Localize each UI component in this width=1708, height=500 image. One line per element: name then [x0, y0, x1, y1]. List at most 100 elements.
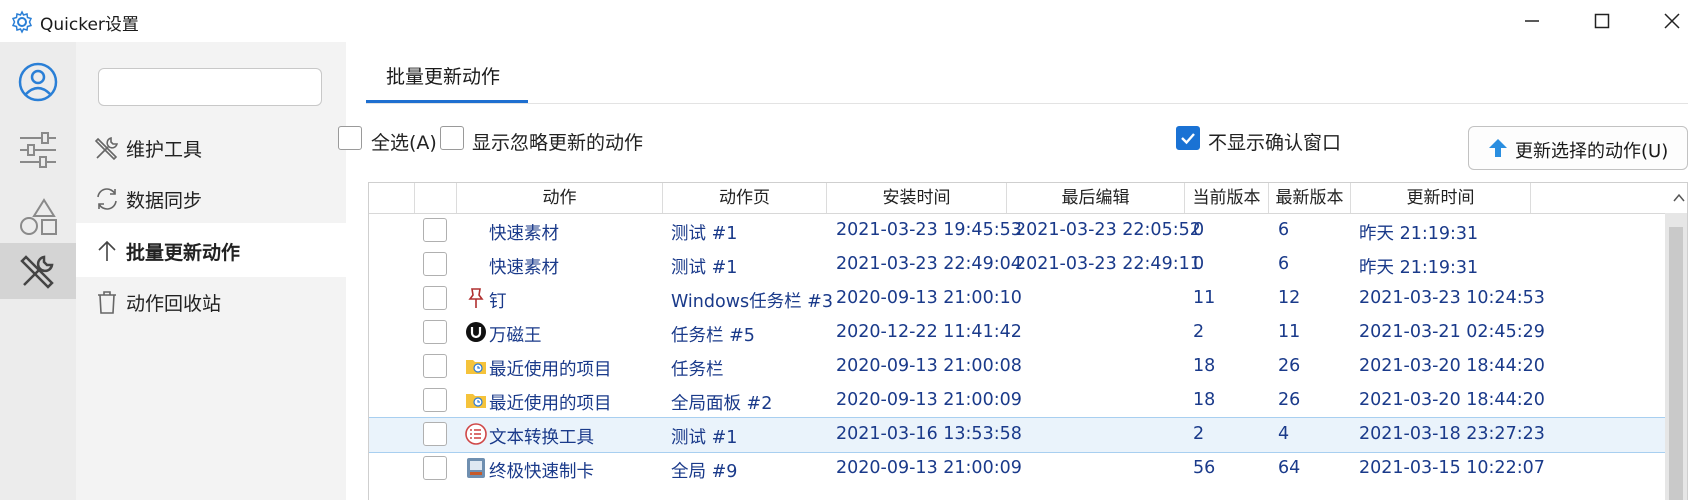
trash-icon	[98, 291, 116, 314]
icon-rail	[0, 42, 76, 500]
no-confirm-label[interactable]: 不显示确认窗口	[1208, 128, 1341, 155]
close-button[interactable]	[1638, 0, 1708, 42]
table-row[interactable]: 终极快速制卡 全局 #9 2020-09-13 21:00:09 56 64 2021-0…	[369, 452, 1669, 486]
table-header: 动作 动作页 安装时间 最后编辑 当前版本 最新版本 更新时间	[369, 183, 1687, 214]
table-row[interactable]: 文本转换工具 测试 #1 2021-03-16 13:53:58 2 4 2021-03-…	[369, 417, 1670, 453]
nav-item-sync[interactable]: 数据同步	[76, 171, 346, 225]
magnet-u-icon	[465, 321, 487, 343]
settings-nav: 维护工具 数据同步 批量更新动作 动作回收站	[76, 42, 346, 500]
row-checkbox[interactable]	[423, 286, 447, 310]
cell-page: 全局面板 #2	[671, 394, 773, 414]
user-icon	[18, 62, 58, 102]
cell-latest: 11	[1278, 322, 1301, 342]
table-row[interactable]: 钉 Windows任务栏 #3 2020-09-13 21:00:10 11 12 202…	[369, 282, 1669, 316]
cell-installed: 2020-09-13 21:00:10	[836, 288, 1022, 308]
row-checkbox[interactable]	[423, 422, 447, 446]
row-checkbox[interactable]	[423, 456, 447, 480]
update-button-label: 更新选择的动作(U)	[1515, 141, 1669, 162]
header-page[interactable]: 动作页	[663, 183, 827, 213]
cell-page: 测试 #1	[671, 428, 738, 448]
minimize-button[interactable]	[1498, 0, 1568, 42]
gear-icon	[11, 10, 33, 34]
no-confirm-checkbox[interactable]	[1176, 126, 1200, 150]
header-current[interactable]: 当前版本	[1185, 183, 1269, 213]
header-edited[interactable]: 最后编辑	[1007, 183, 1185, 213]
nav-item-maintenance[interactable]: 维护工具	[76, 120, 346, 174]
cell-current: 2	[1193, 424, 1205, 444]
cell-installed: 2021-03-23 22:49:04	[836, 254, 1022, 274]
row-checkbox[interactable]	[423, 354, 447, 378]
search-input[interactable]	[98, 68, 322, 106]
cell-latest: 6	[1278, 220, 1290, 240]
cell-updated: 2021-03-20 18:44:20	[1359, 390, 1545, 410]
cell-installed: 2020-12-22 11:41:42	[836, 322, 1022, 342]
scrollbar-thumb[interactable]	[1669, 227, 1683, 500]
cell-current: 0	[1193, 220, 1205, 240]
tab-batch-update[interactable]: 批量更新动作	[366, 62, 528, 104]
nav-item-label: 维护工具	[126, 139, 203, 161]
header-latest[interactable]: 最新版本	[1269, 183, 1351, 213]
nav-item-batch-update[interactable]: 批量更新动作	[76, 223, 346, 277]
close-icon	[1664, 13, 1680, 29]
cell-page: 全局 #9	[671, 462, 738, 482]
cell-name: 万磁王	[489, 326, 542, 346]
upload-arrow-icon	[1489, 139, 1507, 157]
cell-updated: 2021-03-21 02:45:29	[1359, 322, 1545, 342]
rail-tools[interactable]	[0, 243, 76, 299]
cell-current: 0	[1193, 254, 1205, 274]
cell-edited: 2021-03-23 22:49:11	[1015, 254, 1201, 274]
nav-item-label: 动作回收站	[126, 293, 222, 315]
cell-page: 测试 #1	[671, 224, 738, 244]
cell-updated: 2021-03-15 10:22:07	[1359, 458, 1545, 478]
show-ignored-checkbox[interactable]	[440, 126, 464, 150]
nav-item-recycle-bin[interactable]: 动作回收站	[76, 274, 346, 328]
rail-shapes[interactable]	[0, 190, 76, 246]
cell-name: 快速素材	[489, 258, 559, 278]
maximize-button[interactable]	[1568, 0, 1638, 42]
cell-page: 测试 #1	[671, 258, 738, 278]
rail-user[interactable]	[0, 54, 76, 110]
cell-updated: 2021-03-18 23:27:23	[1359, 424, 1545, 444]
table-row[interactable]: 快速素材 测试 #1 2021-03-23 22:49:04 2021-03-23 2…	[369, 248, 1669, 282]
scroll-up-icon[interactable]	[1672, 191, 1686, 205]
rail-settings[interactable]	[0, 122, 76, 178]
cell-latest: 64	[1278, 458, 1301, 478]
vertical-scrollbar[interactable]	[1665, 213, 1687, 500]
header-spacer	[369, 183, 415, 213]
title-bar: Quicker设置	[0, 0, 1708, 42]
cell-installed: 2020-09-13 21:00:09	[836, 458, 1022, 478]
row-checkbox[interactable]	[423, 252, 447, 276]
sliders-icon	[20, 132, 56, 168]
list-circle-icon	[465, 423, 487, 445]
nav-item-label: 数据同步	[126, 190, 203, 212]
table-row[interactable]: 快速素材 测试 #1 2021-03-23 19:45:53 2021-03-23 2…	[369, 214, 1669, 248]
cell-current: 56	[1193, 458, 1216, 478]
wrench-screwdriver-icon	[94, 136, 119, 161]
cell-page: 任务栏 #5	[671, 326, 755, 346]
tab-label: 批量更新动作	[386, 66, 501, 88]
select-all-label[interactable]: 全选(A)	[371, 128, 437, 155]
row-checkbox[interactable]	[423, 320, 447, 344]
cell-name: 终极快速制卡	[489, 462, 594, 482]
table-row[interactable]: 万磁王 任务栏 #5 2020-12-22 11:41:42 2 11 2021-03-2…	[369, 316, 1669, 350]
table-row[interactable]: 最近使用的项目 全局面板 #2 2020-09-13 21:00:09 18 26 202…	[369, 384, 1669, 418]
show-ignored-label[interactable]: 显示忽略更新的动作	[472, 128, 643, 155]
row-checkbox[interactable]	[423, 388, 447, 412]
cell-name: 最近使用的项目	[489, 394, 612, 414]
header-updated[interactable]: 更新时间	[1351, 183, 1531, 213]
row-checkbox[interactable]	[423, 218, 447, 242]
table-row[interactable]: 最近使用的项目 任务栏 2020-09-13 21:00:08 18 26 2021-03…	[369, 350, 1669, 384]
cell-updated: 2021-03-23 10:24:53	[1359, 288, 1545, 308]
update-selected-button[interactable]: 更新选择的动作(U)	[1468, 126, 1688, 170]
cell-latest: 26	[1278, 390, 1301, 410]
header-action[interactable]: 动作	[457, 183, 663, 213]
header-installed[interactable]: 安装时间	[827, 183, 1007, 213]
folder-recent-icon	[465, 389, 487, 411]
select-all-checkbox[interactable]	[338, 126, 362, 150]
cell-latest: 12	[1278, 288, 1301, 308]
cell-updated: 昨天 21:19:31	[1359, 224, 1479, 244]
cell-name: 文本转换工具	[489, 428, 594, 448]
cell-latest: 26	[1278, 356, 1301, 376]
minimize-icon	[1525, 20, 1539, 22]
actions-table: 动作 动作页 安装时间 最后编辑 当前版本 最新版本 更新时间 快速素材 测试 #…	[368, 182, 1688, 500]
